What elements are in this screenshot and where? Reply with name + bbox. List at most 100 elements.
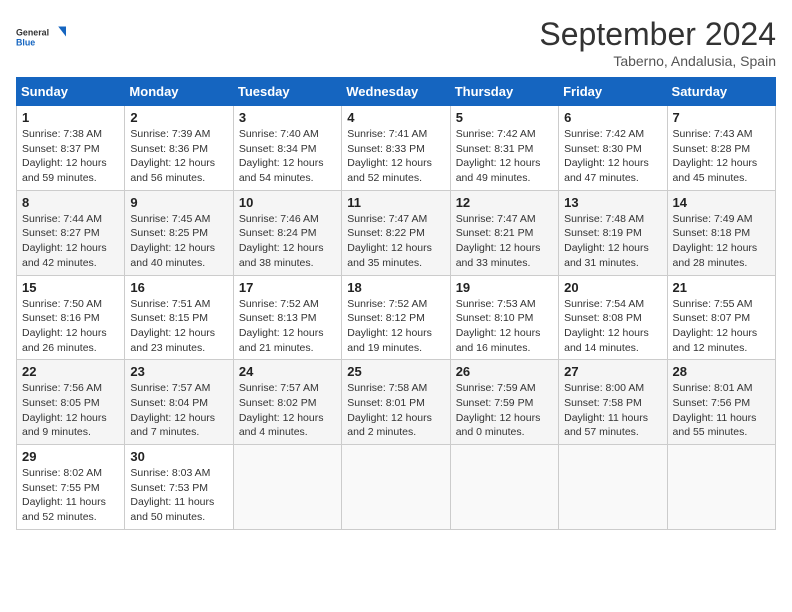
day-info: Sunrise: 7:48 AMSunset: 8:19 PMDaylight:… <box>564 212 661 271</box>
day-number: 15 <box>22 280 119 295</box>
calendar-cell: 12 Sunrise: 7:47 AMSunset: 8:21 PMDayligh… <box>450 190 558 275</box>
day-info: Sunrise: 7:52 AMSunset: 8:13 PMDaylight:… <box>239 297 336 356</box>
calendar-cell: 11 Sunrise: 7:47 AMSunset: 8:22 PMDayligh… <box>342 190 450 275</box>
calendar-week-2: 8Sunrise: 7:44 AMSunset: 8:27 PMDaylight… <box>17 190 776 275</box>
calendar-cell: 1 Sunrise: 7:38 AMSunset: 8:37 PMDaylight… <box>17 106 125 191</box>
title-block: September 2024 Taberno, Andalusia, Spain <box>539 16 776 69</box>
calendar-cell <box>559 445 667 530</box>
calendar-cell: 5Sunrise: 7:42 AMSunset: 8:31 PMDaylight… <box>450 106 558 191</box>
day-info: Sunrise: 7:57 AMSunset: 8:02 PMDaylight:… <box>239 381 336 440</box>
day-number: 3 <box>239 110 336 125</box>
calendar-cell: 6Sunrise: 7:42 AMSunset: 8:30 PMDaylight… <box>559 106 667 191</box>
calendar-cell: 4Sunrise: 7:41 AMSunset: 8:33 PMDaylight… <box>342 106 450 191</box>
day-info: Sunrise: 7:46 AMSunset: 8:24 PMDaylight:… <box>239 212 336 271</box>
day-number: 28 <box>673 364 770 379</box>
weekday-header-sunday: Sunday <box>17 78 125 106</box>
day-number: 10 <box>239 195 336 210</box>
calendar-cell: 21Sunrise: 7:55 AMSunset: 8:07 PMDayligh… <box>667 275 775 360</box>
day-number: 6 <box>564 110 661 125</box>
calendar-cell: 14 Sunrise: 7:49 AMSunset: 8:18 PMDayligh… <box>667 190 775 275</box>
logo: General Blue <box>16 16 66 58</box>
calendar-cell: 24 Sunrise: 7:57 AMSunset: 8:02 PMDayligh… <box>233 360 341 445</box>
day-info: Sunrise: 7:56 AMSunset: 8:05 PMDaylight:… <box>22 381 119 440</box>
day-info: Sunrise: 7:45 AMSunset: 8:25 PMDaylight:… <box>130 212 227 271</box>
day-number: 19 <box>456 280 553 295</box>
day-number: 27 <box>564 364 661 379</box>
day-number: 16 <box>130 280 227 295</box>
calendar-cell: 7Sunrise: 7:43 AMSunset: 8:28 PMDaylight… <box>667 106 775 191</box>
calendar-cell <box>450 445 558 530</box>
day-number: 30 <box>130 449 227 464</box>
calendar-cell: 19 Sunrise: 7:53 AMSunset: 8:10 PMDayligh… <box>450 275 558 360</box>
day-number: 14 <box>673 195 770 210</box>
day-info: Sunrise: 7:58 AMSunset: 8:01 PMDaylight:… <box>347 381 444 440</box>
day-number: 25 <box>347 364 444 379</box>
month-title: September 2024 <box>539 16 776 53</box>
calendar-cell: 25 Sunrise: 7:58 AMSunset: 8:01 PMDayligh… <box>342 360 450 445</box>
calendar-cell: 26 Sunrise: 7:59 AMSunset: 7:59 PMDayligh… <box>450 360 558 445</box>
calendar-cell: 20 Sunrise: 7:54 AMSunset: 8:08 PMDayligh… <box>559 275 667 360</box>
day-info: Sunrise: 7:49 AMSunset: 8:18 PMDaylight:… <box>673 212 770 271</box>
day-number: 29 <box>22 449 119 464</box>
day-number: 9 <box>130 195 227 210</box>
day-number: 23 <box>130 364 227 379</box>
day-number: 2 <box>130 110 227 125</box>
calendar-cell: 8Sunrise: 7:44 AMSunset: 8:27 PMDaylight… <box>17 190 125 275</box>
day-info: Sunrise: 7:55 AMSunset: 8:07 PMDaylight:… <box>673 297 770 356</box>
calendar-cell: 28 Sunrise: 8:01 AMSunset: 7:56 PMDayligh… <box>667 360 775 445</box>
svg-text:General: General <box>16 27 49 37</box>
calendar-cell: 15Sunrise: 7:50 AMSunset: 8:16 PMDayligh… <box>17 275 125 360</box>
day-number: 18 <box>347 280 444 295</box>
calendar-cell: 3 Sunrise: 7:40 AMSunset: 8:34 PMDaylight… <box>233 106 341 191</box>
weekday-header-saturday: Saturday <box>667 78 775 106</box>
calendar-week-1: 1 Sunrise: 7:38 AMSunset: 8:37 PMDaylight… <box>17 106 776 191</box>
day-info: Sunrise: 7:54 AMSunset: 8:08 PMDaylight:… <box>564 297 661 356</box>
calendar-cell: 9 Sunrise: 7:45 AMSunset: 8:25 PMDaylight… <box>125 190 233 275</box>
day-number: 26 <box>456 364 553 379</box>
weekday-header-monday: Monday <box>125 78 233 106</box>
day-info: Sunrise: 7:40 AMSunset: 8:34 PMDaylight:… <box>239 127 336 186</box>
svg-text:Blue: Blue <box>16 37 35 47</box>
calendar-cell: 13 Sunrise: 7:48 AMSunset: 8:19 PMDayligh… <box>559 190 667 275</box>
day-info: Sunrise: 7:53 AMSunset: 8:10 PMDaylight:… <box>456 297 553 356</box>
day-info: Sunrise: 7:47 AMSunset: 8:21 PMDaylight:… <box>456 212 553 271</box>
day-number: 20 <box>564 280 661 295</box>
calendar-cell <box>342 445 450 530</box>
day-number: 24 <box>239 364 336 379</box>
day-info: Sunrise: 8:00 AMSunset: 7:58 PMDaylight:… <box>564 381 661 440</box>
calendar-week-4: 22Sunrise: 7:56 AMSunset: 8:05 PMDayligh… <box>17 360 776 445</box>
calendar-cell: 22Sunrise: 7:56 AMSunset: 8:05 PMDayligh… <box>17 360 125 445</box>
day-info: Sunrise: 7:38 AMSunset: 8:37 PMDaylight:… <box>22 127 119 186</box>
day-info: Sunrise: 7:44 AMSunset: 8:27 PMDaylight:… <box>22 212 119 271</box>
calendar-cell: 16 Sunrise: 7:51 AMSunset: 8:15 PMDayligh… <box>125 275 233 360</box>
day-number: 13 <box>564 195 661 210</box>
weekday-header-tuesday: Tuesday <box>233 78 341 106</box>
day-info: Sunrise: 7:47 AMSunset: 8:22 PMDaylight:… <box>347 212 444 271</box>
weekday-header-friday: Friday <box>559 78 667 106</box>
day-info: Sunrise: 7:43 AMSunset: 8:28 PMDaylight:… <box>673 127 770 186</box>
day-info: Sunrise: 8:01 AMSunset: 7:56 PMDaylight:… <box>673 381 770 440</box>
calendar-week-5: 29Sunrise: 8:02 AMSunset: 7:55 PMDayligh… <box>17 445 776 530</box>
calendar-cell: 30 Sunrise: 8:03 AMSunset: 7:53 PMDayligh… <box>125 445 233 530</box>
day-info: Sunrise: 7:59 AMSunset: 7:59 PMDaylight:… <box>456 381 553 440</box>
calendar-cell: 27 Sunrise: 8:00 AMSunset: 7:58 PMDayligh… <box>559 360 667 445</box>
day-number: 5 <box>456 110 553 125</box>
day-number: 12 <box>456 195 553 210</box>
day-number: 11 <box>347 195 444 210</box>
calendar-cell: 29Sunrise: 8:02 AMSunset: 7:55 PMDayligh… <box>17 445 125 530</box>
calendar-cell <box>233 445 341 530</box>
day-info: Sunrise: 8:03 AMSunset: 7:53 PMDaylight:… <box>130 466 227 525</box>
day-number: 1 <box>22 110 119 125</box>
calendar-cell: 18 Sunrise: 7:52 AMSunset: 8:12 PMDayligh… <box>342 275 450 360</box>
day-info: Sunrise: 7:51 AMSunset: 8:15 PMDaylight:… <box>130 297 227 356</box>
day-info: Sunrise: 7:41 AMSunset: 8:33 PMDaylight:… <box>347 127 444 186</box>
page-header: General Blue September 2024 Taberno, And… <box>16 16 776 69</box>
weekday-header-thursday: Thursday <box>450 78 558 106</box>
weekday-header-wednesday: Wednesday <box>342 78 450 106</box>
day-info: Sunrise: 7:57 AMSunset: 8:04 PMDaylight:… <box>130 381 227 440</box>
calendar-table: SundayMondayTuesdayWednesdayThursdayFrid… <box>16 77 776 530</box>
day-info: Sunrise: 7:39 AMSunset: 8:36 PMDaylight:… <box>130 127 227 186</box>
calendar-cell <box>667 445 775 530</box>
calendar-cell: 10 Sunrise: 7:46 AMSunset: 8:24 PMDayligh… <box>233 190 341 275</box>
day-info: Sunrise: 7:52 AMSunset: 8:12 PMDaylight:… <box>347 297 444 356</box>
